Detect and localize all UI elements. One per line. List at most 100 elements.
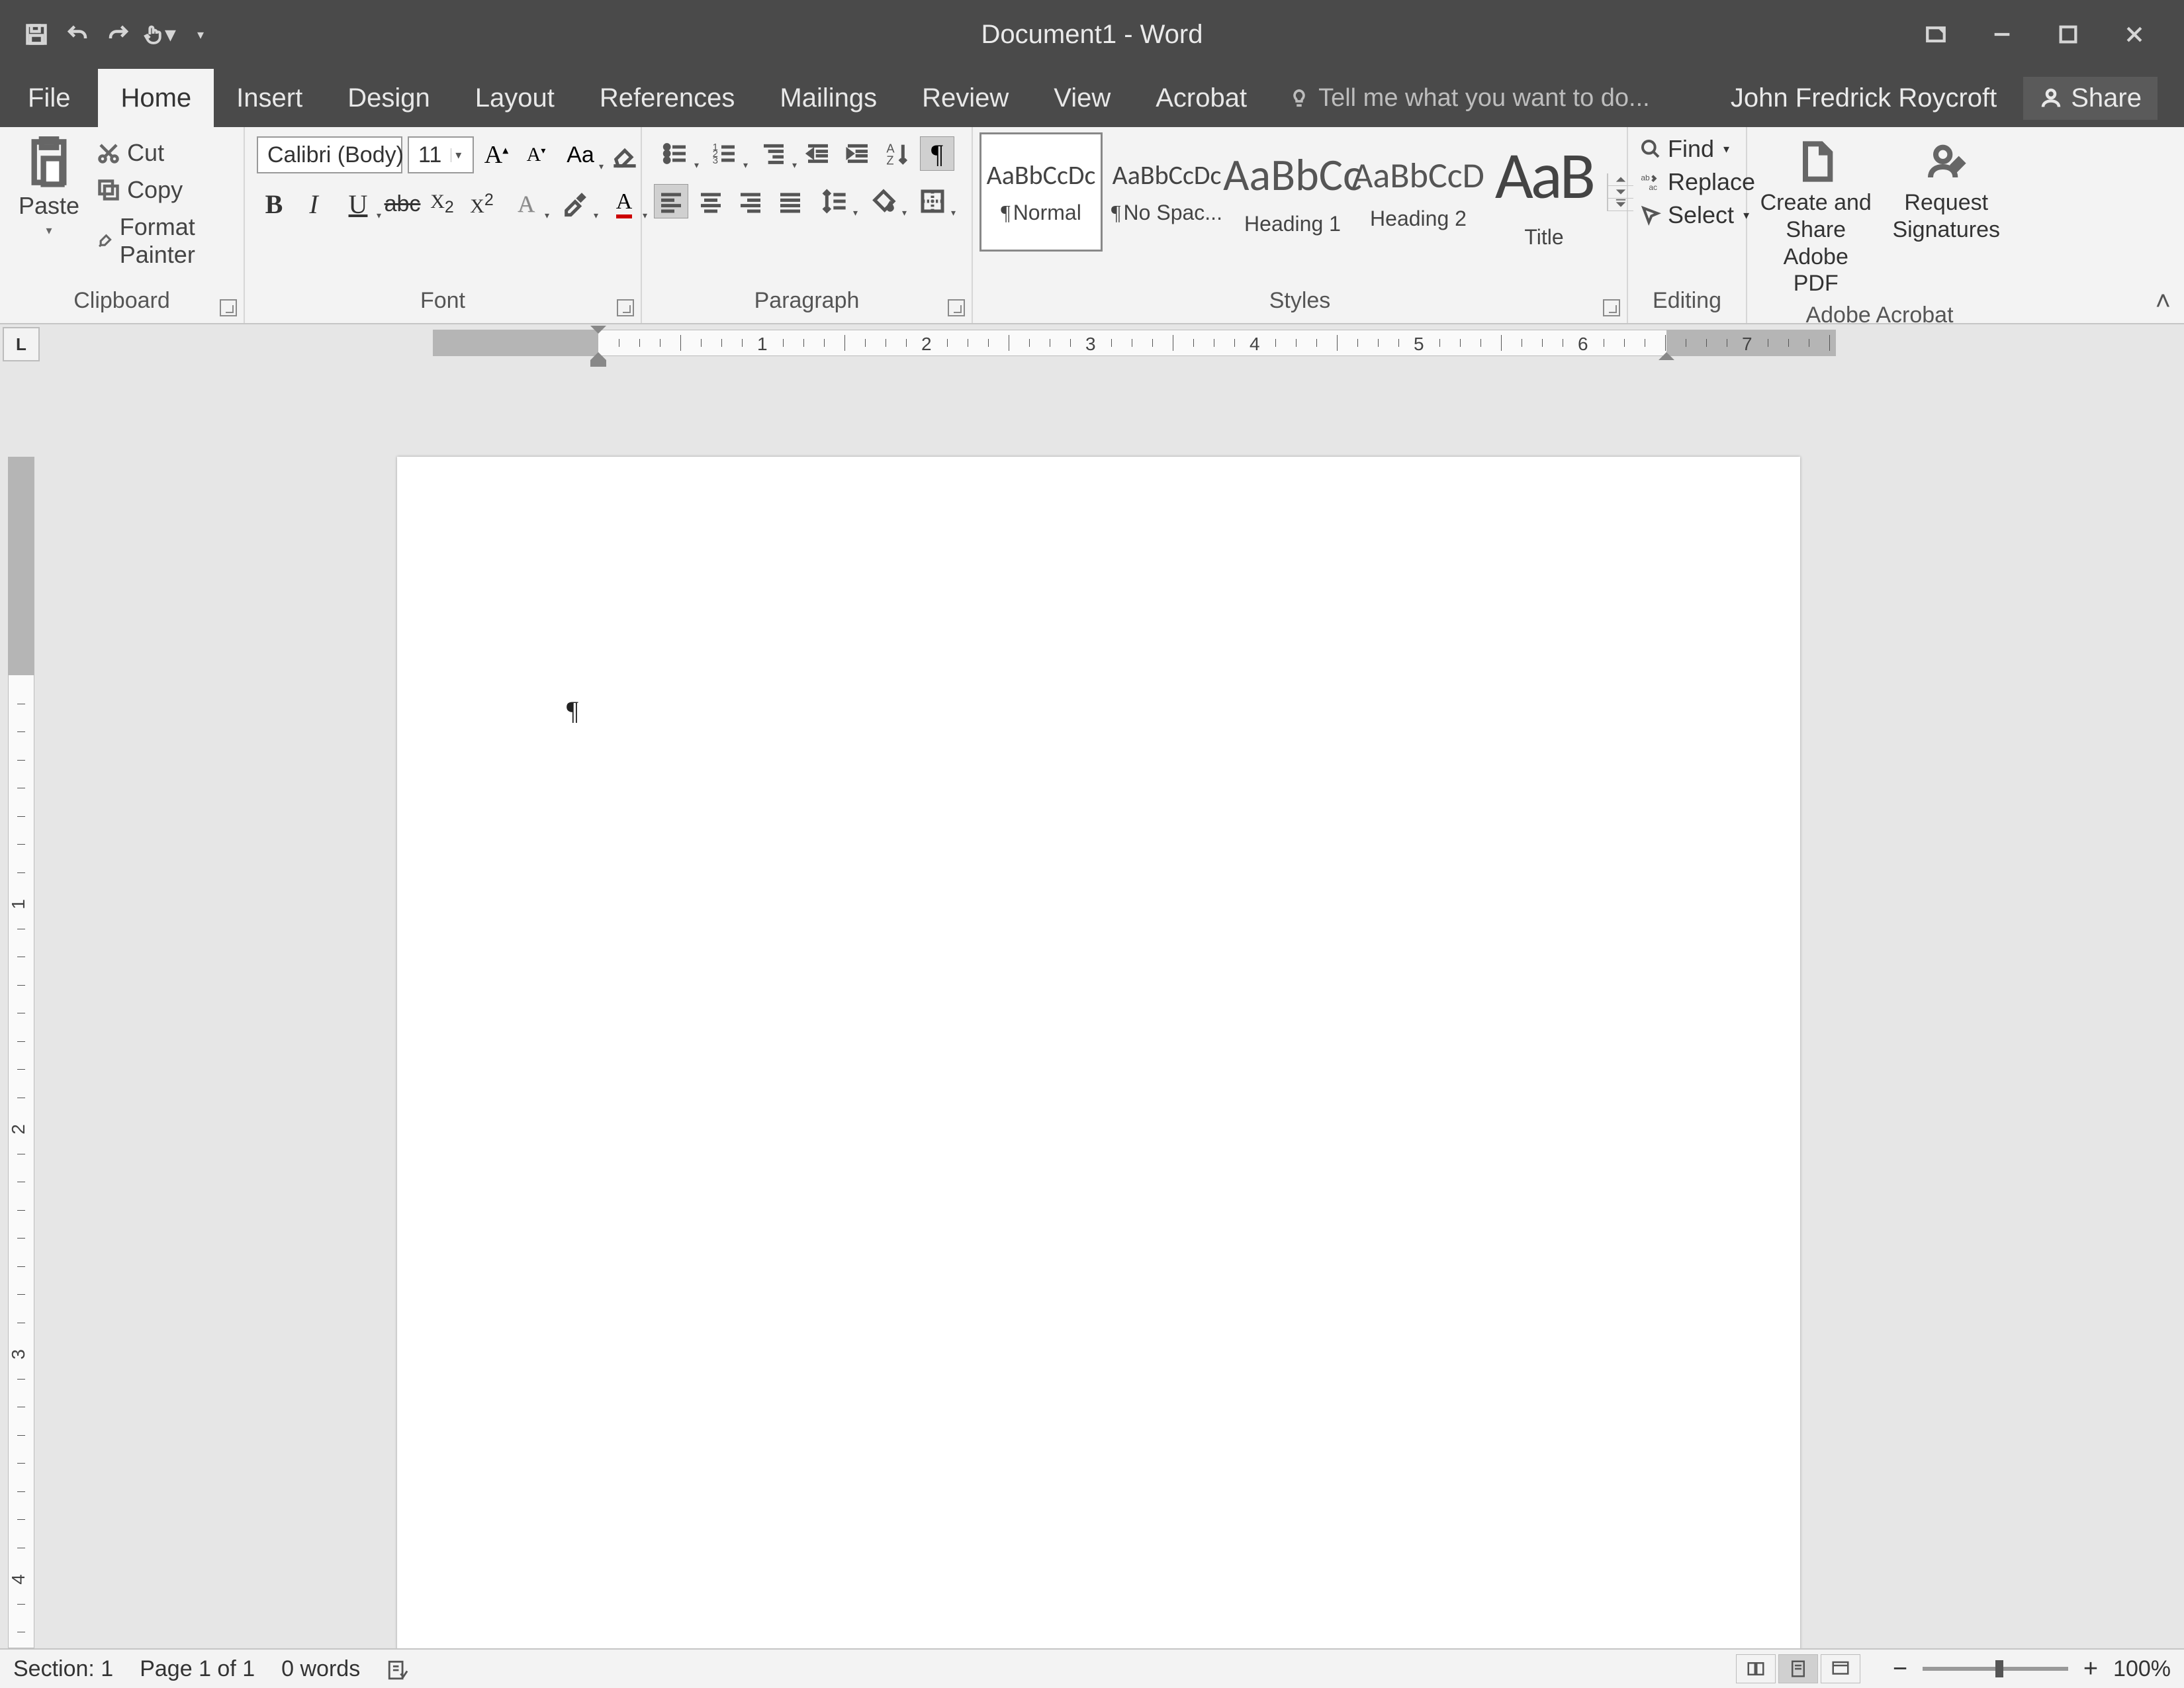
justify-button[interactable] [773,184,807,218]
redo-button[interactable] [102,18,135,51]
hanging-indent-marker[interactable] [590,352,606,360]
document-canvas[interactable]: ¶ [40,364,2184,1648]
align-left-icon [658,188,684,214]
highlight-button[interactable]: ▾ [553,187,597,221]
horizontal-ruler[interactable]: 1234567 [42,330,2184,364]
collapse-ribbon-button[interactable]: ˄ [2156,287,2171,316]
style-title[interactable]: AaBTitle [1482,132,1606,252]
style-normal[interactable]: AaBbCcDc¶Normal [979,132,1103,252]
tab-design[interactable]: Design [325,69,453,127]
group-label-styles: Styles [1269,288,1331,313]
bullets-button[interactable]: ▾ [654,136,698,171]
status-bar: Section: 1 Page 1 of 1 0 words − + 100% [0,1648,2184,1688]
close-button[interactable] [2111,18,2158,51]
decrease-indent-button[interactable] [801,136,835,171]
vertical-ruler[interactable]: 1234 [3,364,40,1648]
status-words[interactable]: 0 words [281,1656,360,1682]
superscript-button[interactable]: X2 [465,187,499,221]
group-label-editing: Editing [1653,288,1721,313]
text-effects-button[interactable]: A▾ [504,187,548,221]
user-name[interactable]: John Fredrick Roycroft [1731,83,1997,113]
tab-acrobat[interactable]: Acrobat [1133,69,1269,127]
font-name-combo[interactable]: Calibri (Body)▾ [257,136,402,173]
page[interactable]: ¶ [397,457,1800,1648]
paste-button[interactable]: Paste ▾ [12,136,86,238]
font-size-combo[interactable]: 11▾ [408,136,474,173]
font-color-button[interactable]: A▾ [602,187,646,221]
read-mode-button[interactable] [1736,1654,1776,1683]
change-case-button[interactable]: Aa▾ [559,138,602,172]
bold-button[interactable]: B [257,187,291,221]
share-button[interactable]: Share [2023,77,2158,120]
zoom-slider[interactable] [1923,1667,2068,1671]
tab-home[interactable]: Home [98,69,214,127]
search-icon [1640,138,1661,160]
align-right-button[interactable] [733,184,768,218]
increase-indent-button[interactable] [841,136,875,171]
underline-button[interactable]: U▾ [336,187,380,221]
sort-button[interactable]: AZ [880,136,915,171]
tab-selector[interactable]: L [3,327,40,361]
font-dialog-launcher[interactable] [617,299,634,316]
print-layout-button[interactable] [1778,1654,1818,1683]
strikethrough-button[interactable]: abc [385,187,420,221]
shading-button[interactable]: ▾ [862,184,905,218]
shrink-font-button[interactable]: A▾ [519,138,553,172]
tab-mailings[interactable]: Mailings [757,69,899,127]
undo-button[interactable] [61,18,94,51]
right-indent-marker[interactable] [1659,352,1674,360]
tab-layout[interactable]: Layout [453,69,577,127]
clipboard-dialog-launcher[interactable] [220,299,237,316]
copy-button[interactable]: Copy [93,173,232,207]
qat-customize-button[interactable]: ▾ [184,18,217,51]
maximize-button[interactable] [2045,18,2091,51]
status-page[interactable]: Page 1 of 1 [140,1656,255,1682]
grow-font-button[interactable]: A▴ [479,138,514,172]
format-painter-button[interactable]: Format Painter [93,211,232,271]
tab-references[interactable]: References [577,69,758,127]
clear-formatting-button[interactable] [608,138,642,172]
replace-button[interactable]: abacReplace [1640,168,1755,196]
styles-dialog-launcher[interactable] [1603,299,1620,316]
select-button[interactable]: Select▾ [1640,201,1755,229]
style-no-spacing[interactable]: AaBbCcDc¶No Spac... [1105,132,1228,252]
align-left-button[interactable] [654,184,688,218]
multilevel-list-button[interactable]: ▾ [752,136,796,171]
ribbon-display-options-button[interactable] [1913,18,1959,51]
borders-button[interactable]: ▾ [911,184,954,218]
group-adobe: Create and Share Adobe PDF Request Signa… [1747,127,2012,323]
paragraph-dialog-launcher[interactable] [948,299,965,316]
style-heading-2[interactable]: AaBbCcDHeading 2 [1357,132,1480,252]
tab-insert[interactable]: Insert [214,69,325,127]
tab-file[interactable]: File [0,69,98,127]
show-hide-button[interactable]: ¶ [920,136,954,171]
request-signatures-button[interactable]: Request Signatures [1892,140,2000,244]
save-button[interactable] [20,18,53,51]
zoom-out-button[interactable]: − [1887,1655,1913,1683]
copy-icon [97,178,120,202]
touch-mode-button[interactable]: ▾ [143,18,176,51]
web-layout-button[interactable] [1821,1654,1860,1683]
minimize-button[interactable] [1979,18,2025,51]
subscript-button[interactable]: X2 [425,187,459,221]
zoom-level[interactable]: 100% [2113,1656,2171,1682]
first-line-indent-marker[interactable] [590,326,606,334]
svg-text:Z: Z [886,154,893,167]
create-share-pdf-button[interactable]: Create and Share Adobe PDF [1759,140,1872,297]
tell-me-search[interactable]: Tell me what you want to do... [1289,69,1650,127]
numbering-button[interactable]: 123▾ [703,136,747,171]
tab-review[interactable]: Review [899,69,1031,127]
cut-button[interactable]: Cut [93,136,232,169]
paragraph-mark: ¶ [567,695,578,726]
italic-button[interactable]: I [296,187,331,221]
quick-access-toolbar: ▾ ▾ [0,18,217,51]
status-proofing[interactable] [387,1656,409,1682]
ruler-row: L 1234567 [0,324,2184,364]
style-heading-1[interactable]: AaBbCcHeading 1 [1231,132,1354,252]
line-spacing-button[interactable]: ▾ [813,184,856,218]
status-section[interactable]: Section: 1 [13,1656,113,1682]
zoom-in-button[interactable]: + [2077,1655,2104,1683]
align-center-button[interactable] [694,184,728,218]
find-button[interactable]: Find▾ [1640,135,1755,163]
tab-view[interactable]: View [1031,69,1133,127]
